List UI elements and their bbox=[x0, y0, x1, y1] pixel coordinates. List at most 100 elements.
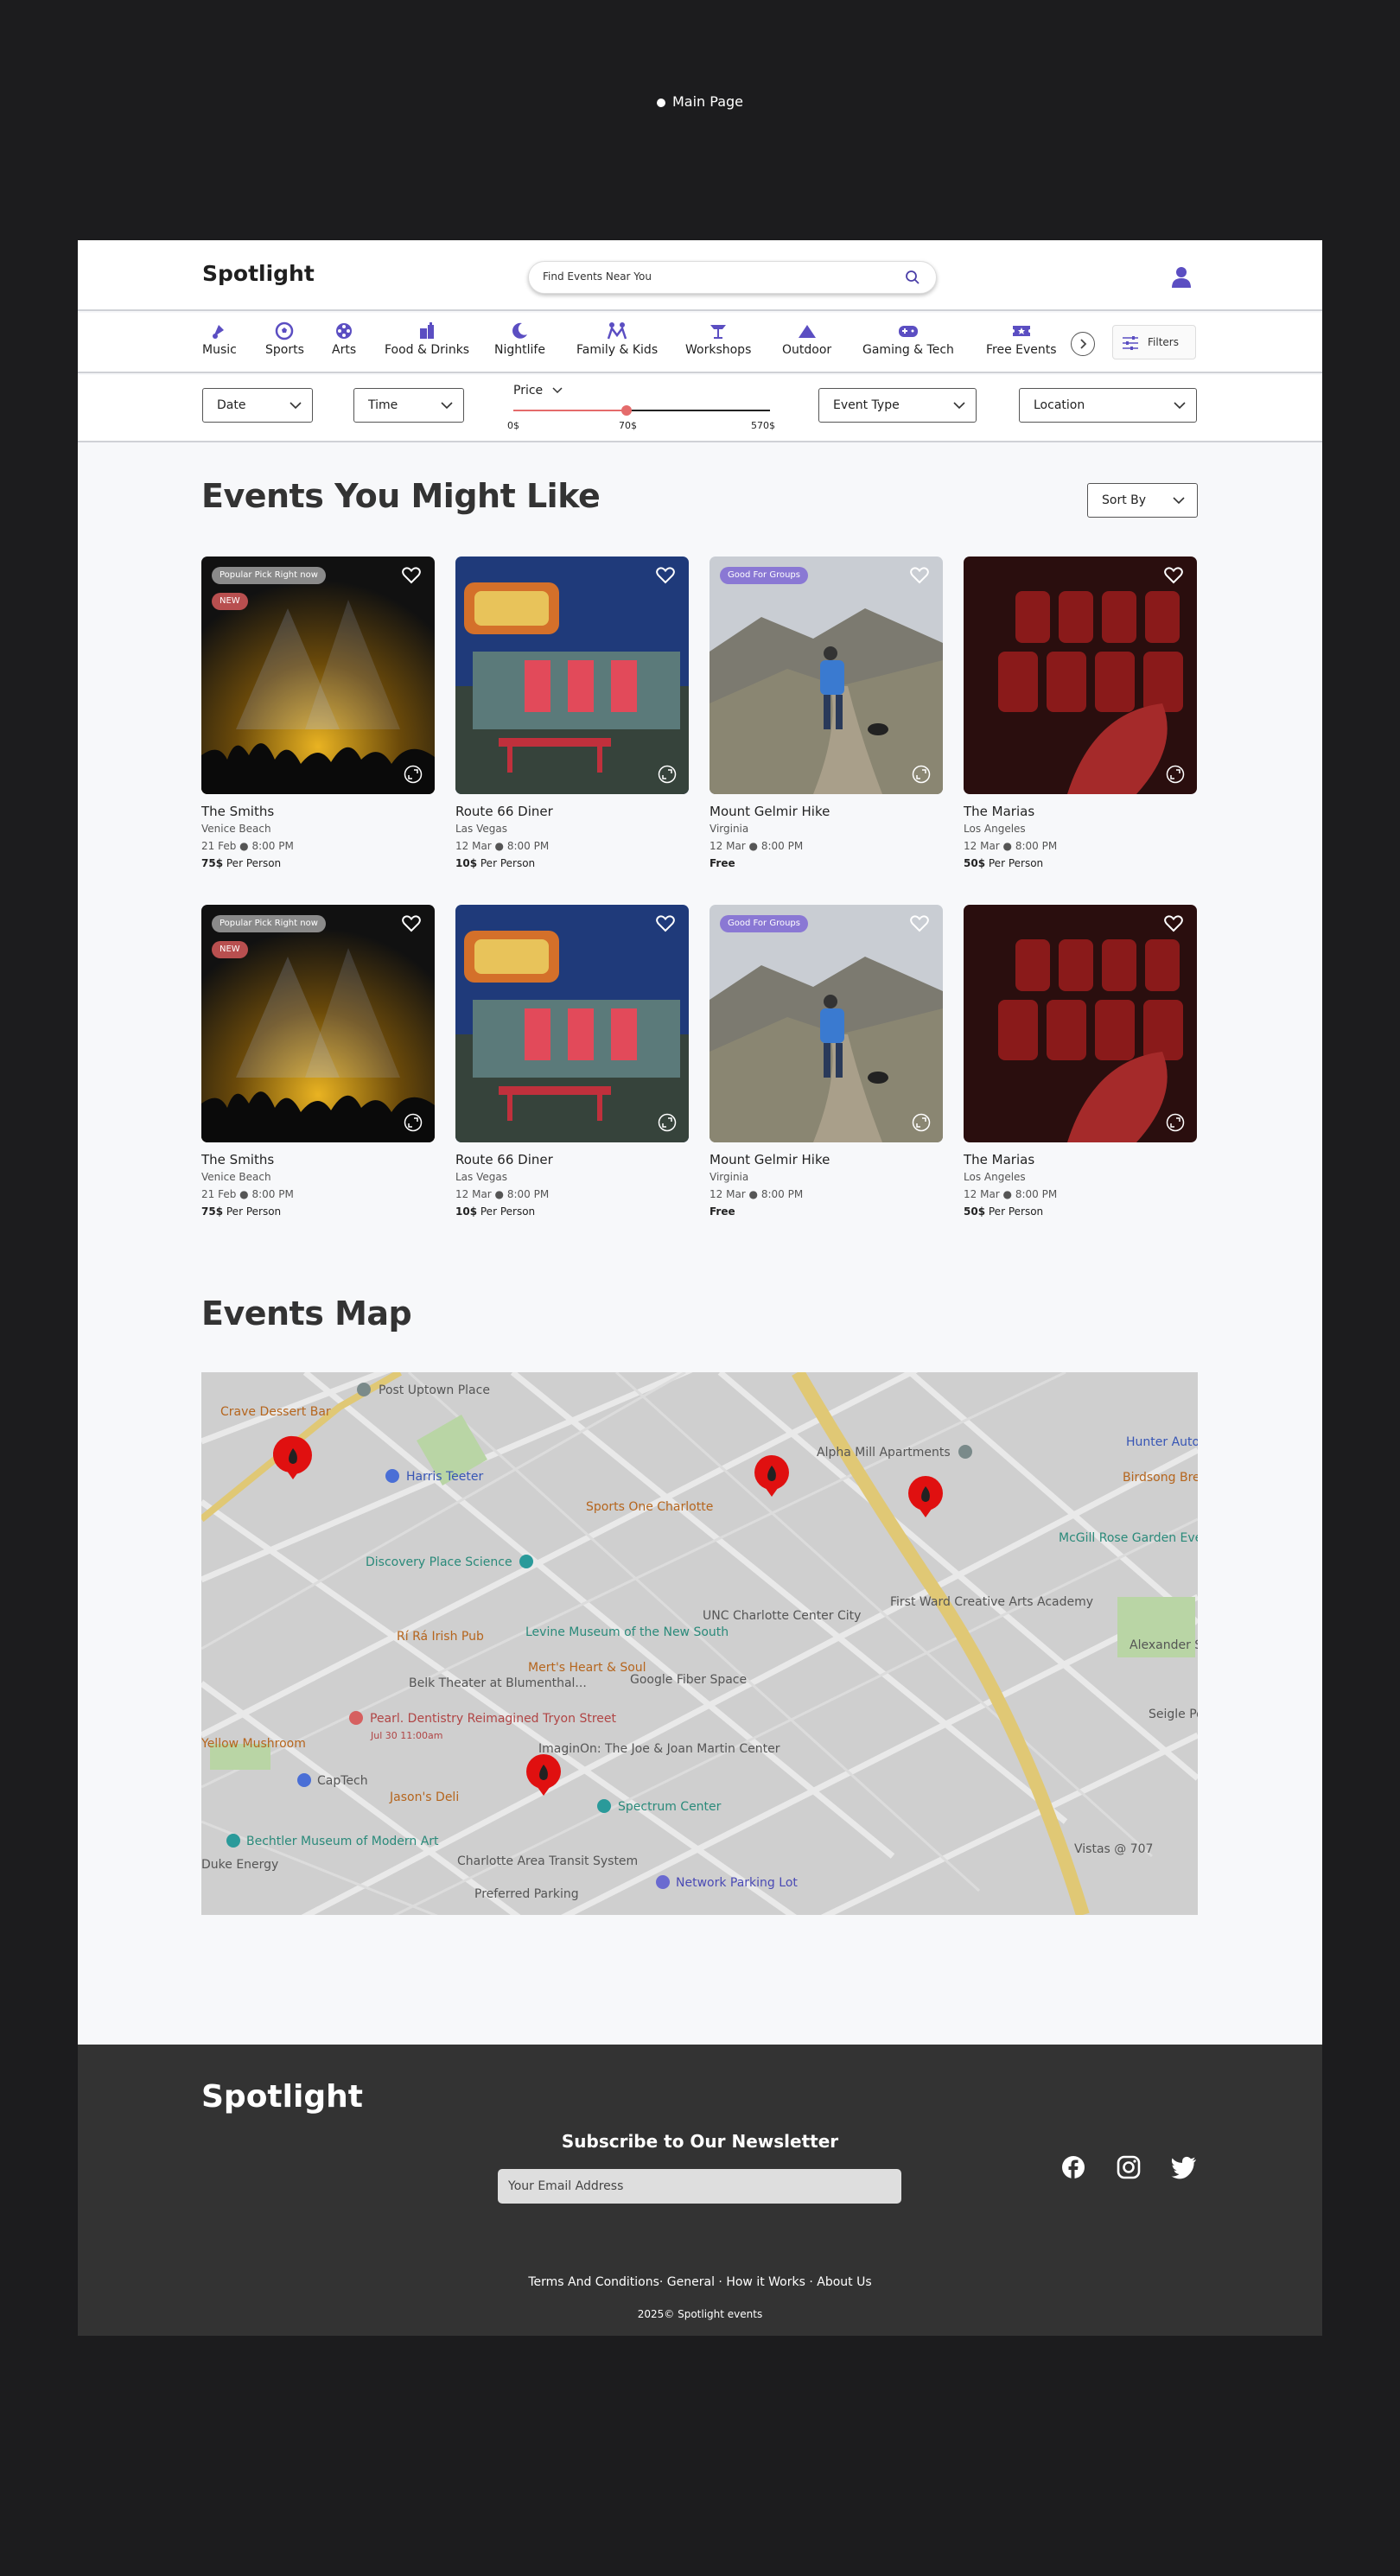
family-icon bbox=[607, 322, 627, 340]
search-input[interactable]: Find Events Near You bbox=[543, 270, 652, 283]
event-price-value: 75$ bbox=[201, 857, 224, 869]
event-type-dropdown[interactable]: Event Type bbox=[818, 388, 977, 423]
page-label: Main Page bbox=[0, 93, 1400, 110]
category-free-events[interactable]: Free Events bbox=[986, 321, 1057, 357]
event-title[interactable]: Route 66 Diner bbox=[455, 804, 553, 819]
expand-icon[interactable] bbox=[1166, 1113, 1185, 1132]
heart-icon[interactable] bbox=[656, 567, 675, 584]
heart-icon[interactable] bbox=[656, 915, 675, 932]
event-card[interactable]: Route 66 Diner Las Vegas 12 Mar ● 8:00 PM 1… bbox=[455, 557, 689, 902]
sort-by-dropdown[interactable]: Sort By bbox=[1087, 483, 1198, 518]
event-title[interactable]: The Marias bbox=[964, 804, 1034, 819]
event-card[interactable]: Popular Pick Right now NEW The Smiths Venic… bbox=[201, 557, 435, 902]
expand-icon[interactable] bbox=[912, 1113, 931, 1132]
event-time: 8:00 PM bbox=[1015, 1188, 1058, 1200]
category-nightlife[interactable]: Nightlife bbox=[494, 321, 545, 357]
expand-icon[interactable] bbox=[912, 765, 931, 784]
events-map[interactable]: Post Uptown Place Crave Dessert Bar Harr… bbox=[201, 1372, 1198, 1915]
event-card[interactable]: The Marias Los Angeles 12 Mar ● 8:00 PM 50$… bbox=[964, 905, 1197, 1250]
filters-button[interactable]: Filters bbox=[1112, 325, 1196, 359]
event-card[interactable]: Good For Groups Mount Gelmir Hike Virginia… bbox=[710, 905, 943, 1250]
category-label: Free Events bbox=[986, 343, 1057, 357]
map-label: Spectrum Center bbox=[618, 1800, 722, 1814]
event-image[interactable] bbox=[455, 905, 689, 1142]
price-slider-handle[interactable] bbox=[620, 405, 632, 416]
category-family-kids[interactable]: Family & Kids bbox=[576, 321, 658, 357]
newsletter-title: Subscribe to Our Newsletter bbox=[561, 2131, 839, 2152]
map-canvas[interactable]: Post Uptown Place Crave Dessert Bar Harr… bbox=[201, 1372, 1198, 1915]
heart-icon[interactable] bbox=[402, 567, 421, 584]
twitter-icon[interactable] bbox=[1171, 2155, 1197, 2179]
expand-icon[interactable] bbox=[404, 1113, 423, 1132]
event-title[interactable]: The Smiths bbox=[201, 804, 274, 819]
event-image[interactable] bbox=[964, 905, 1197, 1142]
map-label: First Ward Creative Arts Academy bbox=[890, 1595, 1093, 1609]
heart-icon[interactable] bbox=[910, 567, 929, 584]
event-title[interactable]: The Marias bbox=[964, 1152, 1034, 1167]
logo[interactable]: Spotlight bbox=[202, 261, 315, 286]
event-title[interactable]: Mount Gelmir Hike bbox=[710, 804, 830, 819]
user-icon[interactable] bbox=[1170, 265, 1193, 288]
expand-icon[interactable] bbox=[658, 1113, 677, 1132]
event-location: Los Angeles bbox=[964, 823, 1026, 835]
chevron-right-icon bbox=[1080, 339, 1087, 349]
event-badge: Good For Groups bbox=[720, 567, 808, 584]
map-label: Jul 30 11:00am bbox=[370, 1730, 442, 1741]
price-dropdown[interactable]: Price bbox=[513, 384, 563, 398]
event-card[interactable]: Route 66 Diner Las Vegas 12 Mar ● 8:00 PM 1… bbox=[455, 905, 689, 1250]
category-label: Workshops bbox=[685, 343, 752, 357]
event-image[interactable] bbox=[455, 557, 689, 794]
expand-icon[interactable] bbox=[658, 765, 677, 784]
heart-icon[interactable] bbox=[1164, 915, 1183, 932]
price-slider[interactable] bbox=[513, 405, 770, 416]
location-dropdown[interactable]: Location bbox=[1019, 388, 1197, 423]
event-image[interactable] bbox=[964, 557, 1197, 794]
search-bar[interactable]: Find Events Near You bbox=[528, 261, 937, 294]
search-icon[interactable] bbox=[905, 270, 920, 285]
instagram-icon[interactable] bbox=[1117, 2155, 1141, 2179]
category-food-drinks[interactable]: Food & Drinks bbox=[385, 321, 469, 357]
event-price-suffix: Per Person bbox=[477, 1205, 536, 1218]
time-dropdown[interactable]: Time bbox=[353, 388, 464, 423]
map-label: Levine Museum of the New South bbox=[525, 1625, 729, 1639]
event-datetime: 12 Mar ● 8:00 PM bbox=[455, 1188, 550, 1200]
map-label: Alpha Mill Apartments bbox=[817, 1446, 951, 1460]
event-title[interactable]: Mount Gelmir Hike bbox=[710, 1152, 830, 1167]
category-arts[interactable]: Arts bbox=[332, 321, 356, 357]
app-frame: Spotlight Find Events Near You Music Spo… bbox=[78, 240, 1322, 2336]
map-label: Vistas @ 707 bbox=[1074, 1842, 1153, 1856]
categories-next-button[interactable] bbox=[1071, 332, 1095, 356]
footer-logo[interactable]: Spotlight bbox=[201, 2079, 363, 2115]
map-label: Belk Theater at Blumenthal... bbox=[409, 1676, 587, 1690]
chevron-down-icon bbox=[1173, 497, 1185, 505]
event-image[interactable]: Popular Pick Right now NEW bbox=[201, 905, 435, 1142]
event-card[interactable]: Good For Groups Mount Gelmir Hike Virginia… bbox=[710, 557, 943, 902]
category-sports[interactable]: Sports bbox=[265, 321, 304, 357]
event-time: 8:00 PM bbox=[251, 840, 294, 852]
event-badge: Popular Pick Right now bbox=[212, 567, 326, 584]
newsletter-email-input[interactable] bbox=[498, 2169, 901, 2204]
category-gaming-tech[interactable]: Gaming & Tech bbox=[862, 321, 954, 357]
event-title[interactable]: Route 66 Diner bbox=[455, 1152, 553, 1167]
footer-links[interactable]: Terms And Conditions· General · How it W… bbox=[78, 2275, 1322, 2289]
event-card[interactable]: Popular Pick Right now NEW The Smiths Venic… bbox=[201, 905, 435, 1250]
event-card[interactable]: The Marias Los Angeles 12 Mar ● 8:00 PM 50$… bbox=[964, 557, 1197, 902]
heart-icon[interactable] bbox=[910, 915, 929, 932]
category-workshops[interactable]: Workshops bbox=[685, 321, 751, 357]
event-price-suffix: Per Person bbox=[223, 857, 282, 869]
heart-icon[interactable] bbox=[1164, 567, 1183, 584]
new-badge: NEW bbox=[212, 593, 248, 610]
date-dropdown[interactable]: Date bbox=[202, 388, 313, 423]
event-image[interactable]: Good For Groups bbox=[710, 905, 943, 1142]
category-music[interactable]: Music bbox=[202, 321, 237, 357]
expand-icon[interactable] bbox=[404, 765, 423, 784]
event-image[interactable]: Good For Groups bbox=[710, 557, 943, 794]
event-datetime: 12 Mar ● 8:00 PM bbox=[710, 840, 804, 852]
date-label: Date bbox=[217, 398, 246, 412]
expand-icon[interactable] bbox=[1166, 765, 1185, 784]
category-outdoor[interactable]: Outdoor bbox=[782, 321, 831, 357]
facebook-icon[interactable] bbox=[1061, 2155, 1085, 2179]
event-title[interactable]: The Smiths bbox=[201, 1152, 274, 1167]
event-image[interactable]: Popular Pick Right now NEW bbox=[201, 557, 435, 794]
heart-icon[interactable] bbox=[402, 915, 421, 932]
